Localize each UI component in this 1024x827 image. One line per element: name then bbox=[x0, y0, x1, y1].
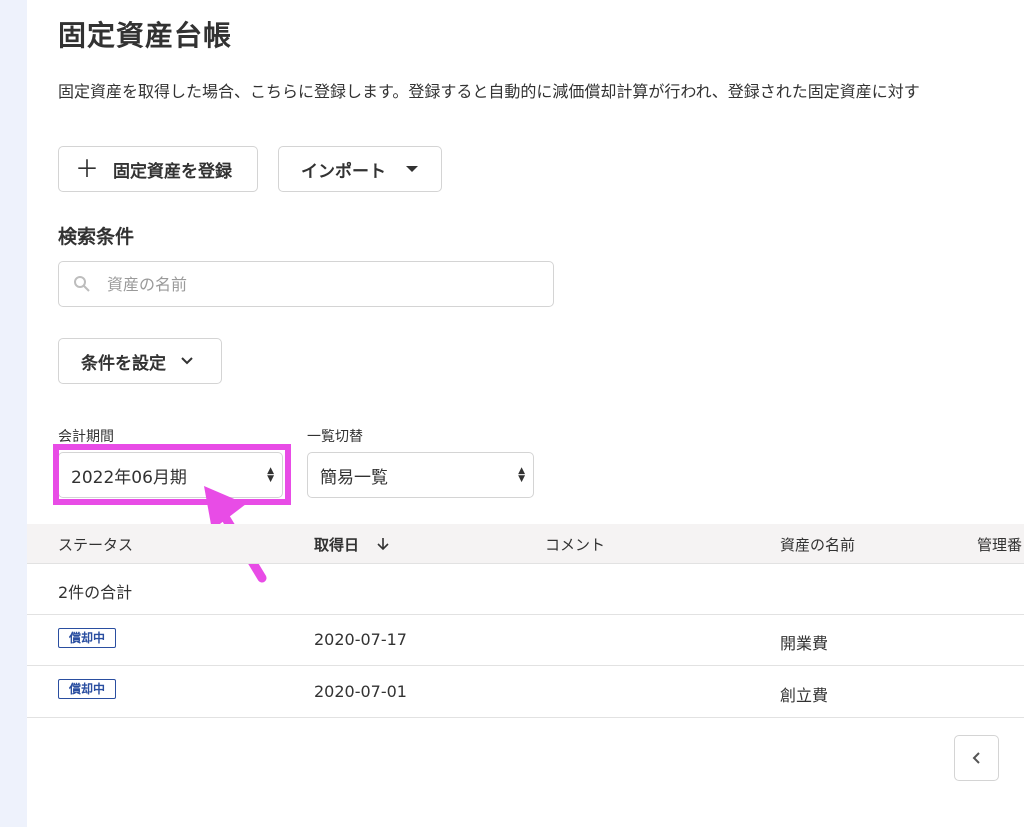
asset-name[interactable]: 創立費 bbox=[780, 682, 828, 706]
register-asset-label: 固定資産を登録 bbox=[113, 161, 232, 182]
acquisition-date: 2020-07-17 bbox=[314, 630, 407, 649]
page-title: 固定資産台帳 bbox=[58, 19, 233, 52]
set-conditions-label: 条件を設定 bbox=[81, 353, 166, 374]
view-value: 簡易一覧 bbox=[320, 467, 388, 488]
sidebar-strip bbox=[0, 0, 27, 827]
search-icon bbox=[74, 276, 90, 292]
chevron-left-icon bbox=[972, 752, 980, 764]
register-asset-button[interactable]: ＋ 固定資産を登録 bbox=[58, 146, 258, 192]
header-management-no[interactable]: 管理番 bbox=[977, 534, 1022, 555]
table-row[interactable]: 償却中 2020-07-01 創立費 bbox=[27, 665, 1024, 718]
header-status[interactable]: ステータス bbox=[58, 534, 133, 555]
search-heading: 検索条件 bbox=[58, 226, 135, 248]
caret-down-icon bbox=[406, 166, 418, 172]
view-select[interactable]: 簡易一覧 ▲ ▼ bbox=[307, 452, 534, 498]
set-conditions-button[interactable]: 条件を設定 bbox=[58, 338, 222, 384]
asset-name[interactable]: 開業費 bbox=[780, 630, 828, 654]
table-row[interactable]: 償却中 2020-07-17 開業費 bbox=[27, 614, 1024, 666]
table-header: ステータス 取得日 コメント 資産の名前 管理番 bbox=[27, 524, 1024, 564]
period-label: 会計期間 bbox=[58, 429, 114, 445]
sort-down-arrow-icon bbox=[377, 538, 389, 551]
search-field[interactable] bbox=[58, 261, 554, 307]
status-badge: 償却中 bbox=[58, 679, 117, 699]
page-description: 固定資産を取得した場合、こちらに登録します。登録すると自動的に減価償却計算が行わ… bbox=[58, 82, 920, 101]
summary-row: 2件の合計 bbox=[27, 563, 1024, 615]
header-asset-name[interactable]: 資産の名前 bbox=[780, 534, 855, 555]
import-label: インポート bbox=[301, 161, 386, 182]
chevron-down-icon bbox=[181, 357, 193, 365]
header-date[interactable]: 取得日 bbox=[314, 534, 390, 555]
view-label: 一覧切替 bbox=[307, 429, 363, 445]
status-badge: 償却中 bbox=[58, 628, 117, 648]
acquisition-date: 2020-07-01 bbox=[314, 682, 407, 701]
search-input[interactable] bbox=[105, 273, 509, 295]
previous-page-button[interactable] bbox=[954, 735, 999, 781]
updown-icon: ▲ ▼ bbox=[518, 466, 525, 484]
import-button[interactable]: インポート bbox=[278, 146, 442, 192]
plus-icon: ＋ bbox=[75, 155, 99, 183]
summary-label: 2件の合計 bbox=[58, 583, 133, 602]
header-comment[interactable]: コメント bbox=[545, 534, 605, 555]
header-date-label: 取得日 bbox=[314, 536, 360, 554]
